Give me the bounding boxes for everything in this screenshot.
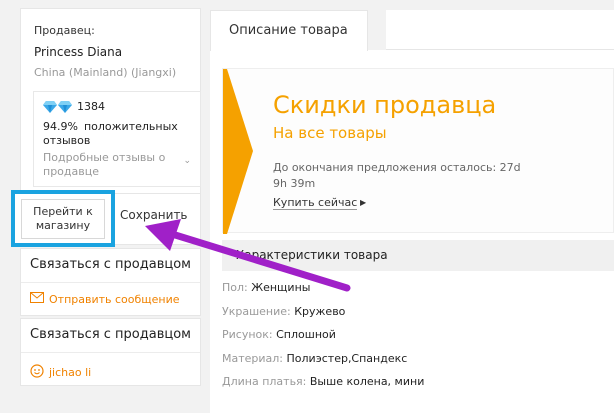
spec-row: Пол: Женщины (222, 281, 424, 305)
seller-name[interactable]: Princess Diana (34, 45, 122, 59)
promo-subtitle: На все товары (273, 124, 387, 142)
spec-key: Украшение: (222, 304, 291, 318)
spec-row: Рисунок: Сплошной (222, 328, 424, 352)
smiley-user-icon (30, 364, 44, 381)
divider (21, 352, 200, 353)
diamond-icon (58, 101, 72, 113)
specs-list: Пол: Женщины Украшение: Кружево Рисунок:… (222, 281, 424, 399)
spec-key: Пол: (222, 281, 248, 294)
spec-value: Полиэстер,Спандекс (286, 351, 408, 365)
store-actions: Перейти к магазину Сохранить (11, 190, 201, 247)
save-button[interactable]: Сохранить (120, 208, 188, 222)
seller-user-link[interactable]: jichao li (30, 364, 91, 381)
promo-title: Скидки продавца (273, 91, 497, 119)
rating-diamonds (43, 101, 72, 113)
chevron-down-icon[interactable]: ⌄ (183, 156, 191, 166)
spec-key: Длина платья: (222, 375, 307, 388)
buy-now-link[interactable]: Купить сейчас (273, 196, 358, 210)
tab-bar: Описание товара (210, 10, 614, 51)
promo-timer: До окончания предложения осталось: 27d 9… (273, 161, 521, 190)
spec-row: Украшение: Кружево (222, 305, 424, 329)
seller-discount-banner: Скидки продавца На все товары До окончан… (222, 68, 614, 234)
contact-seller-button[interactable]: Связаться с продавцом (30, 257, 191, 272)
promo-ribbon-icon (223, 69, 253, 234)
seller-card: Продавец: Princess Diana China (Mainland… (20, 8, 201, 193)
rating-count: 1384 (77, 100, 105, 113)
goto-store-button[interactable]: Перейти к магазину (21, 199, 105, 239)
specs-header: Характеристики товара (222, 240, 614, 271)
product-main-panel: Описание товара Скидки продавца На все т… (210, 10, 614, 413)
spec-key: Материал: (222, 351, 284, 365)
divider (21, 282, 200, 283)
send-message-link[interactable]: Отправить сообщение (30, 292, 180, 306)
contact-seller-section: Связаться с продавцом Отправить сообщени… (20, 248, 201, 316)
rating-box: 1384 94.9% положительных отзывов Подробны… (33, 91, 201, 187)
goto-store-highlight: Перейти к магазину (11, 190, 115, 247)
tab-description[interactable]: Описание товара (210, 10, 368, 51)
seller-user-name: jichao li (49, 366, 92, 379)
seller-label: Продавец: (34, 24, 95, 37)
spec-value: Женщины (251, 281, 311, 294)
seller-sidebar: Продавец: Princess Diana China (Mainland… (11, 8, 201, 413)
detailed-reviews-link[interactable]: Подробные отзывы о продавце (43, 151, 178, 179)
seller-location: China (Mainland) (Jiangxi) (34, 66, 177, 79)
spec-key: Рисунок: (222, 328, 273, 341)
envelope-icon (30, 292, 44, 306)
spec-value: Кружево (294, 304, 346, 318)
positive-feedback: 94.9% положительных отзывов (43, 120, 193, 148)
spec-row: Длина платья: Выше колена, мини (222, 375, 424, 399)
send-message-label: Отправить сообщение (49, 292, 180, 306)
tab-bar-filler (386, 10, 614, 50)
caret-right-icon[interactable]: ▶ (360, 198, 366, 207)
diamond-icon (43, 101, 57, 113)
spec-value: Выше колена, мини (309, 375, 425, 388)
contact-seller-button-2[interactable]: Связаться с продавцом (30, 327, 191, 342)
spec-value: Сплошной (276, 328, 336, 341)
positive-pct: 94.9% (43, 120, 78, 133)
contact-seller-section-2: Связаться с продавцом jichao li (20, 318, 201, 386)
spec-row: Материал: Полиэстер,Спандекс (222, 352, 424, 376)
